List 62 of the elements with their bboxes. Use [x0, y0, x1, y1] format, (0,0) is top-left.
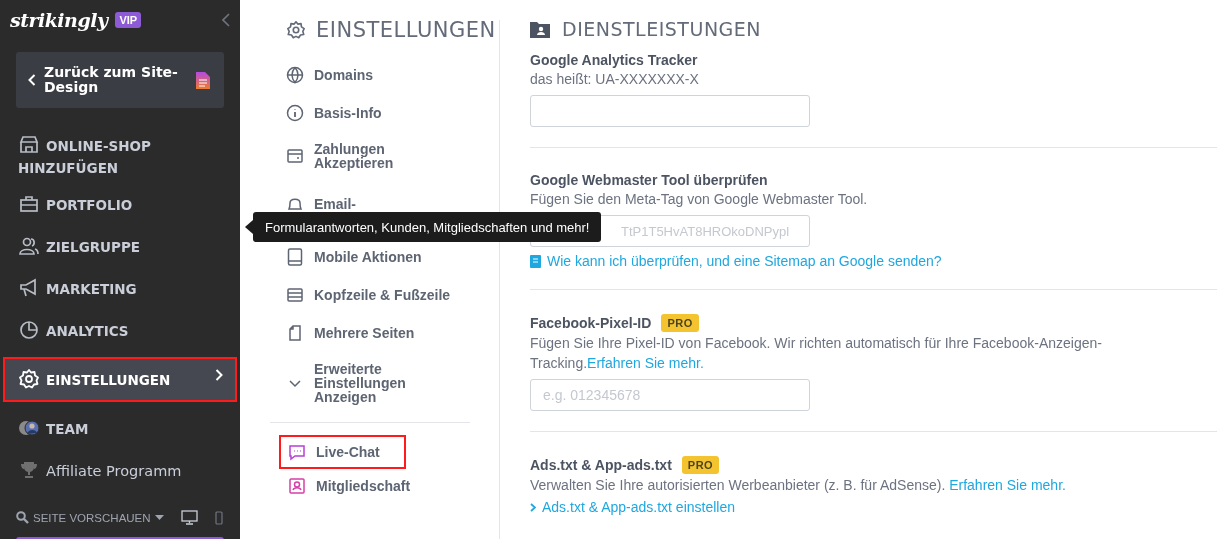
field-label: Google Webmaster Tool überprüfen — [530, 172, 768, 188]
page-icon — [286, 324, 304, 342]
wallet-icon — [286, 147, 304, 165]
sidebar-item[interactable]: Affiliate Programm — [3, 453, 237, 488]
chevron-left-icon[interactable] — [222, 13, 230, 27]
tooltip-arrow — [245, 220, 253, 234]
field-label: Google Analytics Tracker — [530, 52, 698, 68]
field-description: Fügen Sie den Meta-Tag von Google Webmaster Tool. — [530, 190, 869, 209]
pro-badge: PRO — [681, 456, 720, 474]
logo[interactable]: strikingly — [10, 9, 108, 31]
document-icon — [196, 71, 210, 89]
chevron-right-icon — [215, 369, 223, 381]
chat-icon — [288, 443, 306, 461]
layout-icon — [286, 286, 304, 304]
user-card-icon — [288, 477, 306, 495]
people-icon — [18, 235, 40, 257]
mobile-icon[interactable] — [214, 510, 224, 525]
settings-menu-item[interactable]: Live-Chat — [279, 435, 406, 469]
search-icon — [16, 511, 29, 524]
tooltip: Formularantworten, Kunden, Mitgliedschaften und mehr! — [253, 212, 602, 242]
sidebar-item[interactable]: ANALYTICS — [3, 313, 237, 348]
input-field[interactable] — [530, 95, 810, 127]
settings-menu-item[interactable]: Kopfzeile & Fußzeile — [270, 276, 500, 314]
settings-menu-item[interactable]: Domains — [270, 56, 500, 94]
chevron-right-icon — [530, 502, 536, 512]
chevron-left-icon — [28, 74, 36, 86]
settings-menu-item[interactable]: Basis-Info — [270, 94, 500, 132]
sidebar-item[interactable]: ZIELGRUPPE — [3, 229, 237, 264]
settings-menu-item[interactable]: Zahlungen Akzeptieren — [270, 132, 500, 180]
settings-menu-item[interactable]: Mitgliedschaft — [279, 469, 420, 503]
preview-dropdown[interactable]: SEITE VORSCHAUEN — [33, 511, 151, 524]
section-title: EINSTELLUNGEN — [316, 18, 496, 42]
sidebar-item[interactable]: MARKETING — [3, 271, 237, 306]
sidebar-item[interactable]: ONLINE-SHOP HINZUFÜGEN — [3, 132, 237, 181]
input-field[interactable]: e.g. 012345678 — [530, 379, 810, 411]
sidebar-item[interactable]: PORTFOLIO — [3, 187, 237, 222]
pie-chart-icon — [18, 319, 40, 341]
field-label: Facebook-Pixel-ID — [530, 315, 652, 331]
phone-icon — [286, 248, 304, 266]
settings-icon — [286, 20, 306, 40]
desktop-icon[interactable] — [181, 510, 198, 525]
vip-badge: VIP — [115, 12, 142, 28]
shop-icon — [18, 134, 40, 156]
sidebar-item[interactable]: TEAM — [3, 411, 237, 446]
globe-icon — [286, 66, 304, 84]
back-button[interactable]: Zurück zum Site-Design — [16, 52, 224, 108]
field-description: Fügen Sie Ihre Pixel-ID von Facebook. Wir richten automatisch für Ihre Facebook-Anzeigen-Tracking.Erfahren Sie mehr. — [530, 334, 1103, 373]
sidebar-item[interactable]: EINSTELLUNGEN — [3, 357, 237, 402]
folder-icon — [530, 20, 550, 38]
field-description: das heißt: UA-XXXXXXX-X — [530, 70, 700, 89]
section-title: DIENSTLEISTUNGEN — [562, 18, 762, 40]
caret-icon — [154, 515, 164, 520]
briefcase-icon — [18, 193, 40, 215]
field-description: Verwalten Sie Ihre autorisierten Werbeanbieter (z. B. für AdSense). Erfahren Sie mehr. — [530, 476, 1067, 495]
settings-menu-item[interactable]: Erweiterte Einstellungen Anzeigen — [270, 356, 500, 410]
trophy-icon — [18, 459, 40, 481]
settings-icon — [18, 368, 40, 390]
book-icon — [530, 254, 541, 268]
settings-menu-item[interactable]: Mehrere Seiten — [270, 314, 500, 352]
field-label: Ads.txt & App-ads.txt — [530, 457, 672, 473]
info-icon — [286, 104, 304, 122]
pro-badge: PRO — [661, 314, 699, 332]
